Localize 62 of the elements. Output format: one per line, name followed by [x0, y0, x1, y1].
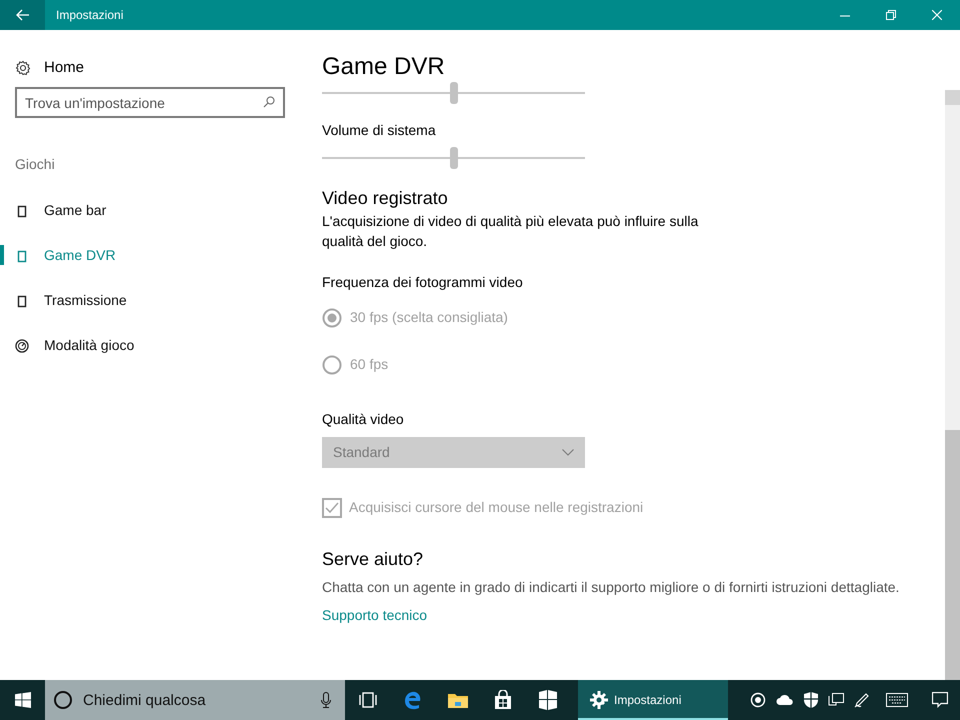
volume-slider[interactable] [322, 147, 585, 169]
notification-button[interactable] [932, 692, 948, 708]
task-view-icon [358, 692, 378, 708]
record-icon [750, 692, 766, 708]
keyboard-icon [886, 693, 908, 707]
network-icon [828, 692, 844, 708]
notification-icon [932, 692, 948, 708]
keyboard-button[interactable] [886, 693, 908, 707]
nav-item[interactable]: Game bar [0, 188, 300, 233]
taskbar-search-field[interactable]: Chiedimi qualcosa [45, 680, 345, 720]
browser-e-icon [402, 690, 422, 710]
section-description: L'acquisizione di video di qualità più elevata può influire sulla qualità del gioco. [322, 212, 700, 251]
checkbox-option: Acquisisci cursore del mouse nelle registrazioni [322, 497, 644, 518]
field-label: Qualità video [322, 410, 405, 429]
record-button[interactable] [750, 692, 766, 708]
nav-item[interactable]: Trasmissione [0, 278, 300, 323]
gauge-icon [15, 338, 29, 352]
search-field[interactable]: Trova un'impostazione [15, 87, 285, 118]
rectangle-icon [15, 294, 29, 308]
folder-icon [446, 691, 468, 709]
cloud-icon [776, 694, 794, 706]
nav-item[interactable]: Modalità gioco [0, 323, 300, 368]
scrollbar[interactable] [945, 90, 960, 680]
field-label: Frequenza dei fotogrammi video [322, 273, 524, 292]
circle-icon [53, 690, 73, 710]
pen-button[interactable] [854, 692, 870, 708]
help-text: Chatta con un agente in grado di indicarti il supporto migliore o di fornirti istruzioni dettagliate. [322, 578, 900, 597]
section-heading: Serve aiuto? [322, 548, 424, 570]
restore-icon [886, 10, 896, 20]
taskbar-app-button[interactable]: Impostazioni [578, 680, 728, 720]
nav-item[interactable]: Game DVR [0, 233, 300, 278]
pen-icon [854, 692, 870, 708]
volume-slider[interactable] [322, 82, 585, 104]
slider-thumb[interactable] [450, 147, 458, 169]
chevron-down-icon [562, 449, 574, 456]
quality-dropdown: Standard [322, 437, 585, 468]
gear-icon [590, 691, 608, 709]
section-heading: Video registrato [322, 187, 449, 209]
shield-icon [804, 692, 818, 708]
rectangle-icon [15, 248, 29, 262]
shopping-bag-icon [494, 690, 512, 710]
window-title: Impostazioni [56, 7, 124, 24]
selection-indicator [0, 245, 4, 265]
gear-icon [15, 60, 31, 76]
slider-label: Volume di sistema [322, 121, 437, 140]
support-link[interactable]: Supporto tecnico [322, 605, 428, 626]
back-arrow-icon [16, 9, 30, 21]
windows-logo-icon [14, 692, 30, 708]
page-title: Game DVR [322, 52, 446, 82]
radio-option: 30 fps (scelta consigliata) [322, 307, 508, 328]
network-button[interactable] [828, 692, 844, 708]
search-icon [263, 96, 275, 108]
shield-button[interactable] [804, 692, 818, 708]
section-heading: Giochi [15, 155, 56, 174]
tiles-icon [538, 689, 558, 711]
home-link[interactable]: Home [15, 58, 300, 78]
microphone-icon [321, 692, 331, 708]
rectangle-icon [15, 204, 29, 218]
slider-thumb[interactable] [450, 82, 458, 104]
radio-option: 60 fps [322, 354, 388, 375]
close-icon [932, 10, 942, 20]
cloud-button[interactable] [776, 694, 794, 706]
